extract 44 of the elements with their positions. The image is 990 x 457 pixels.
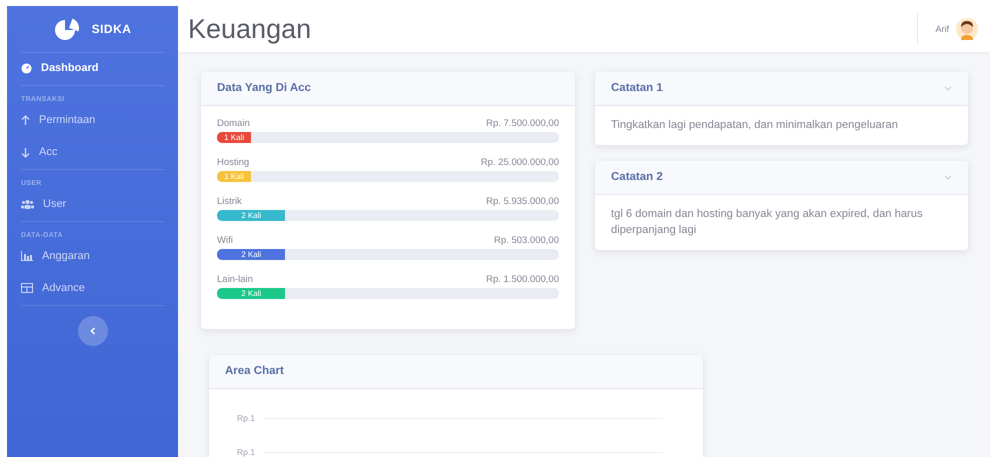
item-name: Hosting <box>217 157 250 168</box>
item-name: Wifi <box>217 235 233 246</box>
dashboard-gauge-icon <box>21 62 32 74</box>
card-title: Data Yang Di Acc <box>201 72 575 106</box>
y-axis-label: Rp.1 <box>237 447 255 457</box>
sidebar-item[interactable]: User <box>7 189 178 221</box>
table-icon <box>21 283 33 293</box>
progress-fill: 2 Kali <box>217 249 286 260</box>
chevron-down-icon[interactable] <box>944 86 952 91</box>
sidebar-item[interactable]: Dashboard <box>7 53 178 85</box>
note-text: Tingkatkan lagi pendapatan, dan minimalkan pengeluaran <box>610 118 899 133</box>
item-amount: Rp. 503.000,00 <box>494 235 559 246</box>
y-axis-label: Rp.1 <box>237 413 255 423</box>
page-title: Keuangan <box>188 14 312 44</box>
sidebar-toggle-button[interactable] <box>78 316 108 346</box>
card-title: Area Chart <box>209 355 703 389</box>
card-title: Catatan 1 <box>611 81 663 96</box>
progress-fill: 1 Kali <box>217 171 252 182</box>
arrow-up-icon <box>21 114 30 126</box>
item-name: Listrik <box>217 196 242 207</box>
note-text: tgl 6 domain dan hosting banyak yang akan expired, dan harus diperpanjang lagi <box>610 207 924 238</box>
users-icon <box>21 199 34 209</box>
sidebar-item[interactable]: Anggaran <box>7 241 178 273</box>
item-name: Lain-lain <box>217 274 253 285</box>
chevron-left-icon <box>90 327 96 335</box>
arrow-down-icon <box>21 146 30 158</box>
item-amount: Rp. 25.000.000,00 <box>480 157 559 168</box>
item-amount: Rp. 1.500.000,00 <box>486 274 559 285</box>
item-amount: Rp. 7.500.000,00 <box>486 118 559 129</box>
item-name: Domain <box>217 118 250 129</box>
item-amount: Rp. 5.935.000,00 <box>486 196 559 207</box>
pie-chart-logo-icon <box>54 18 80 40</box>
progress-fill: 1 Kali <box>217 132 252 143</box>
user-name[interactable]: Arif <box>936 24 949 34</box>
card-title: Catatan 2 <box>611 170 663 185</box>
progress-fill: 2 Kali <box>217 288 286 299</box>
sidebar-item[interactable]: Advance <box>7 273 178 305</box>
brand-name: SIDKA <box>92 22 132 36</box>
user-avatar-icon[interactable] <box>956 18 978 40</box>
sidebar-item[interactable]: Permintaan <box>7 105 178 137</box>
sidebar-item[interactable]: Acc <box>7 137 178 169</box>
chevron-down-icon[interactable] <box>944 175 952 180</box>
progress-fill: 2 Kali <box>217 210 286 221</box>
bar-chart-icon <box>21 251 33 261</box>
